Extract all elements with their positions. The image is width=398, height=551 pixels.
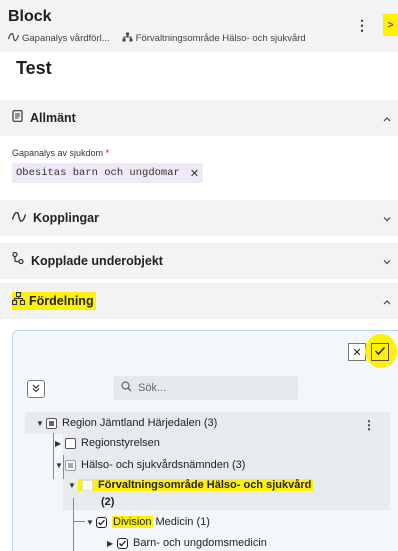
checkbox-unchecked[interactable] [82, 479, 93, 491]
chip-label: Obesitas barn och ungdomar [16, 167, 180, 179]
hierarchy-icon [11, 291, 26, 310]
forvaltning-highlight: Förvaltningsområde Hälso- och sjukvård [78, 479, 314, 491]
double-chevron-down-icon [31, 380, 41, 398]
breadcrumb: Gapanalys vårdförl... Förvaltningsområde… [7, 32, 306, 45]
caret-down-icon[interactable]: ▼ [68, 481, 78, 490]
chevron-right-icon[interactable]: > [383, 14, 398, 36]
checkbox-partial[interactable] [46, 417, 57, 429]
wave-icon [11, 209, 27, 227]
caret-right-icon[interactable]: ▶ [55, 439, 65, 448]
header-bar: Block Gapanalys vårdförl... Förvaltnings… [0, 0, 398, 52]
breadcrumb-item-forvaltning[interactable]: Förvaltningsområde Hälso- och sjukvård [136, 33, 306, 44]
tree-item-label: Region Jämtland Härjedalen (3) [62, 417, 218, 429]
tree-item-count: (2) [101, 496, 115, 508]
tree-item-barn[interactable]: ▶ Barn- och ungdomsmedicin [107, 537, 267, 549]
tree-item-label: Regionstyrelsen [81, 437, 160, 449]
check-icon [374, 343, 386, 361]
search-input[interactable]: Sök... [113, 376, 298, 400]
wave-icon [7, 32, 22, 44]
field-label-text: Gapanalys av sjukdom [12, 148, 104, 158]
section-label: Allmänt [30, 111, 76, 125]
search-placeholder: Sök... [138, 382, 167, 394]
tree-item-namnd[interactable]: ▼ Hälso- och sjukvårdsnämnden (3) [55, 459, 245, 471]
section-label: Fördelning [29, 294, 94, 308]
chevron-down-icon[interactable] [382, 211, 392, 229]
checkbox-unchecked[interactable] [65, 437, 76, 449]
collapse-all-button[interactable] [27, 380, 45, 398]
section-fordelning[interactable]: Fördelning [0, 283, 398, 319]
tree-item-label: Hälso- och sjukvårdsnämnden (3) [81, 459, 246, 471]
checkbox-partial[interactable] [65, 459, 76, 471]
tree-item-label: Barn- och ungdomsmedicin [133, 537, 267, 549]
more-options-icon[interactable]: ⋮ [363, 418, 375, 432]
checkbox-checked[interactable] [117, 537, 128, 549]
breadcrumb-item-gapanalys[interactable]: Gapanalys vårdförl... [22, 33, 110, 44]
tree-item-region[interactable]: ▼ Region Jämtland Härjedalen (3) [36, 417, 217, 429]
fordelning-highlight: Fördelning [11, 291, 96, 310]
cancel-button[interactable]: ✕ [348, 343, 366, 361]
caret-down-icon[interactable]: ▼ [36, 419, 46, 428]
chevron-up-icon[interactable] [382, 111, 392, 129]
more-options-icon[interactable]: ⋮ [355, 18, 369, 32]
chevron-up-icon[interactable] [382, 294, 392, 312]
tree-guide-line [73, 498, 74, 551]
caret-down-icon[interactable]: ▼ [86, 518, 96, 527]
chevron-down-icon[interactable] [382, 254, 392, 272]
search-icon [121, 381, 138, 395]
tree-item-forvaltning[interactable]: ▼ Förvaltningsområde Hälso- och sjukvård [68, 479, 314, 491]
hierarchy-icon [122, 32, 136, 45]
field-label-gapanalys: Gapanalys av sjukdom * [12, 148, 109, 158]
section-label: Kopplade underobjekt [31, 254, 163, 268]
document-icon [12, 109, 23, 127]
tree-item-regionstyrelsen[interactable]: ▶ Regionstyrelsen [55, 437, 160, 449]
section-label: Kopplingar [33, 211, 99, 225]
tree-item-label: Förvaltningsområde Hälso- och sjukvård [98, 479, 312, 491]
tree-item-division[interactable]: ▼ Division Medicin (1) [86, 516, 210, 528]
division-word: Division [112, 516, 153, 528]
tree-item-label: Medicin (1) [155, 516, 210, 528]
header-title: Block [8, 8, 52, 25]
selected-value-chip: Obesitas barn och ungdomar ✕ [12, 163, 204, 183]
section-kopplade-underobjekt[interactable]: Kopplade underobjekt [0, 243, 398, 279]
caret-right-icon[interactable]: ▶ [107, 539, 117, 548]
section-allmant[interactable]: Allmänt [0, 100, 398, 136]
caret-down-icon[interactable]: ▼ [55, 461, 65, 470]
required-mark: * [105, 148, 110, 158]
checkbox-checked[interactable] [96, 516, 107, 528]
close-icon: ✕ [352, 346, 362, 359]
remove-chip-icon[interactable]: ✕ [190, 167, 199, 180]
tree-guide-line [53, 433, 54, 479]
tree-guide-line [73, 521, 85, 522]
confirm-button[interactable] [371, 343, 389, 361]
page-title: Test [16, 58, 52, 78]
subobject-icon [12, 251, 24, 270]
section-kopplingar[interactable]: Kopplingar [0, 200, 398, 236]
